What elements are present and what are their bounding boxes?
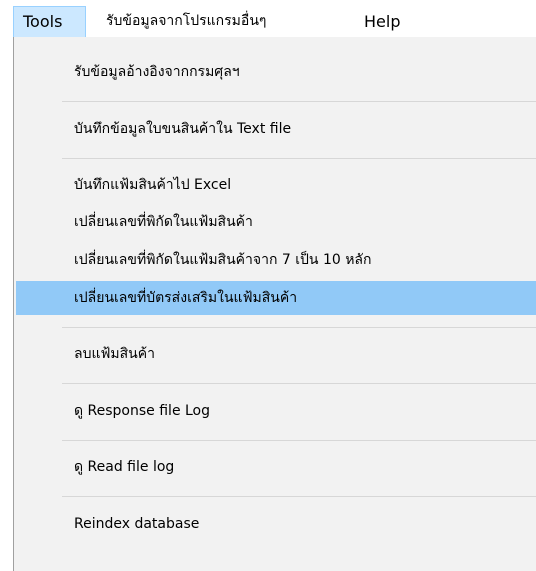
menu-item-change-tariff-code-7-to-10[interactable]: เปลี่ยนเลขที่พิกัดในแฟ้มสินค้าจาก 7 เป็น… [16,243,536,277]
menu-item-change-tariff-code[interactable]: เปลี่ยนเลขที่พิกัดในแฟ้มสินค้า [16,205,536,239]
menu-item-view-read-file-log[interactable]: ดู Read file log [16,450,536,484]
menu-help[interactable]: Help [354,6,400,37]
menu-item-change-promotion-card-number[interactable]: เปลี่ยนเลขที่บัตรส่งเสริมในแฟ้มสินค้า [16,281,536,315]
menu-item-save-products-to-excel[interactable]: บันทึกแฟ้มสินค้าไป Excel [16,168,536,202]
menu-import-other-programs[interactable]: รับข้อมูลจากโปรแกรมอื่นๆ [96,6,266,37]
menu-separator [62,158,536,159]
menu-separator [62,327,536,328]
menu-item-save-declaration-text-file[interactable]: บันทึกข้อมูลใบขนสินค้าใน Text file [16,112,536,146]
menu-separator [62,496,536,497]
menu-item-view-response-file-log[interactable]: ดู Response file Log [16,394,536,428]
menu-item-reindex-database[interactable]: Reindex database [16,507,536,541]
menu-bar: Tools รับข้อมูลจากโปรแกรมอื่นๆ Help [0,0,536,38]
menu-separator [62,440,536,441]
menu-separator [62,101,536,102]
menu-item-delete-product-file[interactable]: ลบแฟ้มสินค้า [16,337,536,371]
menu-separator [62,383,536,384]
menu-tools[interactable]: Tools [13,6,86,37]
tools-dropdown-menu: รับข้อมูลอ้างอิงจากกรมศุลฯ บันทึกข้อมูลใ… [13,37,536,571]
menu-item-receive-customs-reference[interactable]: รับข้อมูลอ้างอิงจากกรมศุลฯ [16,55,536,89]
